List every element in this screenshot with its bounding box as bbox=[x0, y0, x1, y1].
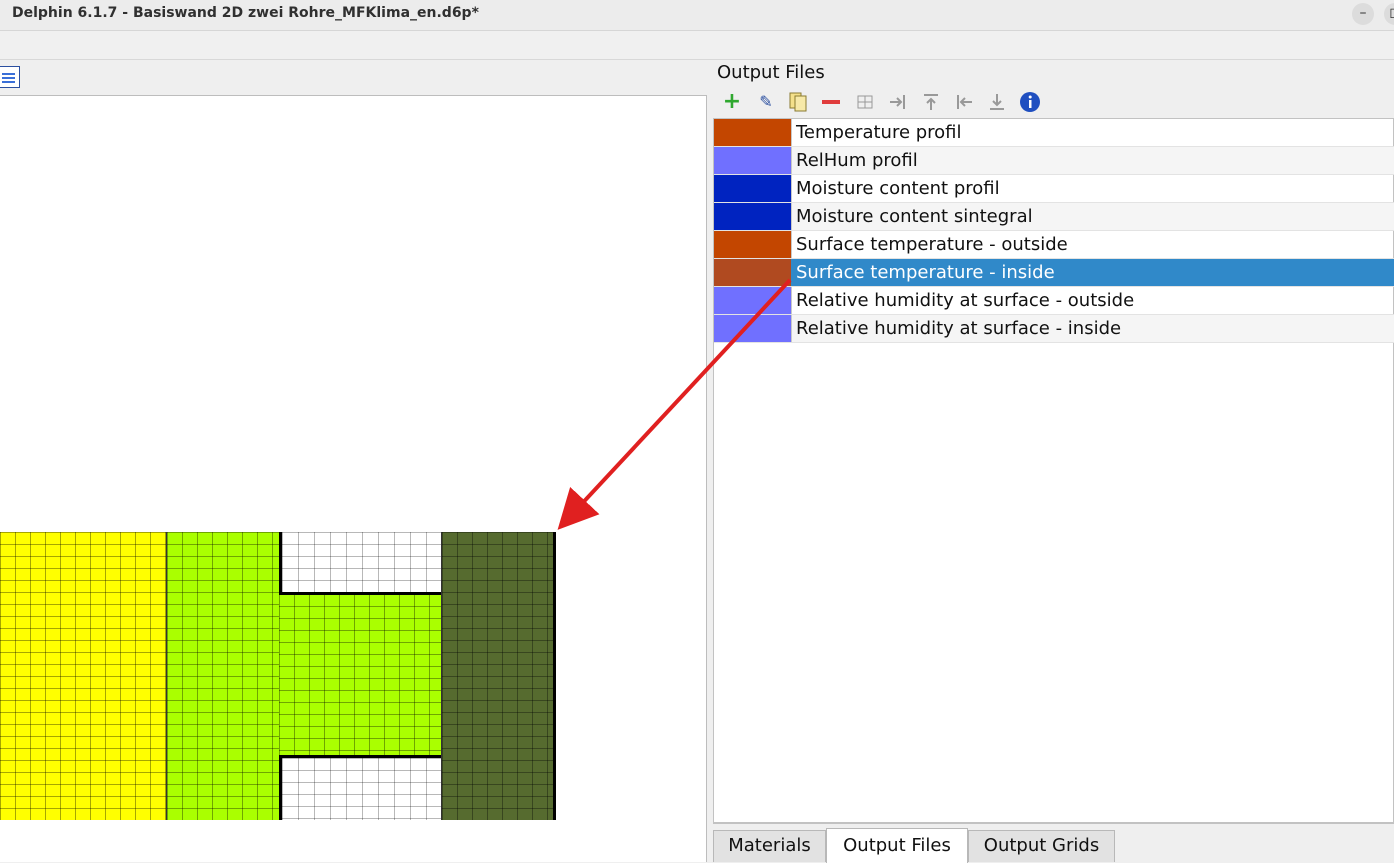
panel-title: Output Files bbox=[717, 62, 825, 83]
color-swatch bbox=[714, 147, 791, 174]
list-item[interactable]: Moisture content profil bbox=[714, 175, 1394, 203]
remove-icon[interactable] bbox=[820, 91, 842, 113]
list-item[interactable]: RelHum profil bbox=[714, 147, 1394, 175]
list-item[interactable]: Moisture content sintegral bbox=[714, 203, 1394, 231]
color-swatch bbox=[714, 119, 791, 146]
list-item[interactable]: Relative humidity at surface - outside bbox=[714, 287, 1394, 315]
move-up-icon[interactable] bbox=[920, 91, 942, 113]
edit-icon[interactable]: ✎ bbox=[755, 91, 777, 113]
color-swatch bbox=[714, 315, 791, 342]
output-label: Moisture content sintegral bbox=[796, 206, 1033, 227]
material-region-yellow[interactable] bbox=[0, 532, 166, 820]
list-item[interactable]: Relative humidity at surface - inside bbox=[714, 315, 1394, 343]
output-label: Moisture content profil bbox=[796, 178, 1000, 199]
move-down-icon[interactable] bbox=[986, 91, 1008, 113]
list-item[interactable]: Temperature profil bbox=[714, 119, 1394, 147]
output-label: Relative humidity at surface - outside bbox=[796, 290, 1135, 311]
construction-view[interactable] bbox=[0, 95, 707, 862]
table-view-icon[interactable] bbox=[0, 66, 20, 88]
tab-bar: Materials Output Files Output Grids bbox=[713, 823, 1394, 863]
pipe-region-top[interactable] bbox=[279, 532, 441, 595]
output-label: RelHum profil bbox=[796, 150, 918, 171]
color-swatch bbox=[714, 231, 791, 258]
tab-output-files[interactable]: Output Files bbox=[826, 828, 968, 863]
output-label: Temperature profil bbox=[796, 122, 962, 143]
grid-icon[interactable] bbox=[854, 91, 876, 113]
view-toolbar bbox=[0, 60, 706, 94]
move-left-icon[interactable] bbox=[953, 91, 975, 113]
color-swatch bbox=[714, 203, 791, 230]
output-label: Relative humidity at surface - inside bbox=[796, 318, 1122, 339]
material-region-lime[interactable] bbox=[166, 532, 279, 820]
output-label: Surface temperature - outside bbox=[796, 234, 1068, 255]
tab-materials[interactable]: Materials bbox=[713, 830, 826, 862]
material-region-lime-web[interactable] bbox=[279, 594, 441, 756]
output-files-list[interactable]: Temperature profil RelHum profil Moistur… bbox=[713, 118, 1394, 823]
copy-icon[interactable] bbox=[787, 91, 809, 113]
material-region-olive[interactable] bbox=[441, 532, 556, 820]
title-bar: Delphin 6.1.7 - Basiswand 2D zwei Rohre_… bbox=[0, 0, 1394, 31]
color-swatch bbox=[714, 175, 791, 202]
output-label: Surface temperature - inside bbox=[796, 262, 1055, 283]
add-icon[interactable]: + bbox=[721, 91, 743, 113]
maximize-button[interactable]: ◻ bbox=[1384, 3, 1394, 25]
color-swatch bbox=[714, 259, 791, 286]
color-swatch bbox=[714, 287, 791, 314]
menu-bar bbox=[0, 31, 1394, 60]
minimize-button[interactable]: – bbox=[1352, 3, 1374, 25]
pipe-region-bottom[interactable] bbox=[279, 755, 441, 820]
window-title: Delphin 6.1.7 - Basiswand 2D zwei Rohre_… bbox=[12, 5, 479, 21]
list-item[interactable]: Surface temperature - outside bbox=[714, 231, 1394, 259]
move-right-icon[interactable] bbox=[887, 91, 909, 113]
tab-output-grids[interactable]: Output Grids bbox=[968, 830, 1115, 862]
list-item-selected[interactable]: Surface temperature - inside bbox=[714, 259, 1394, 287]
info-icon[interactable] bbox=[1019, 91, 1041, 113]
